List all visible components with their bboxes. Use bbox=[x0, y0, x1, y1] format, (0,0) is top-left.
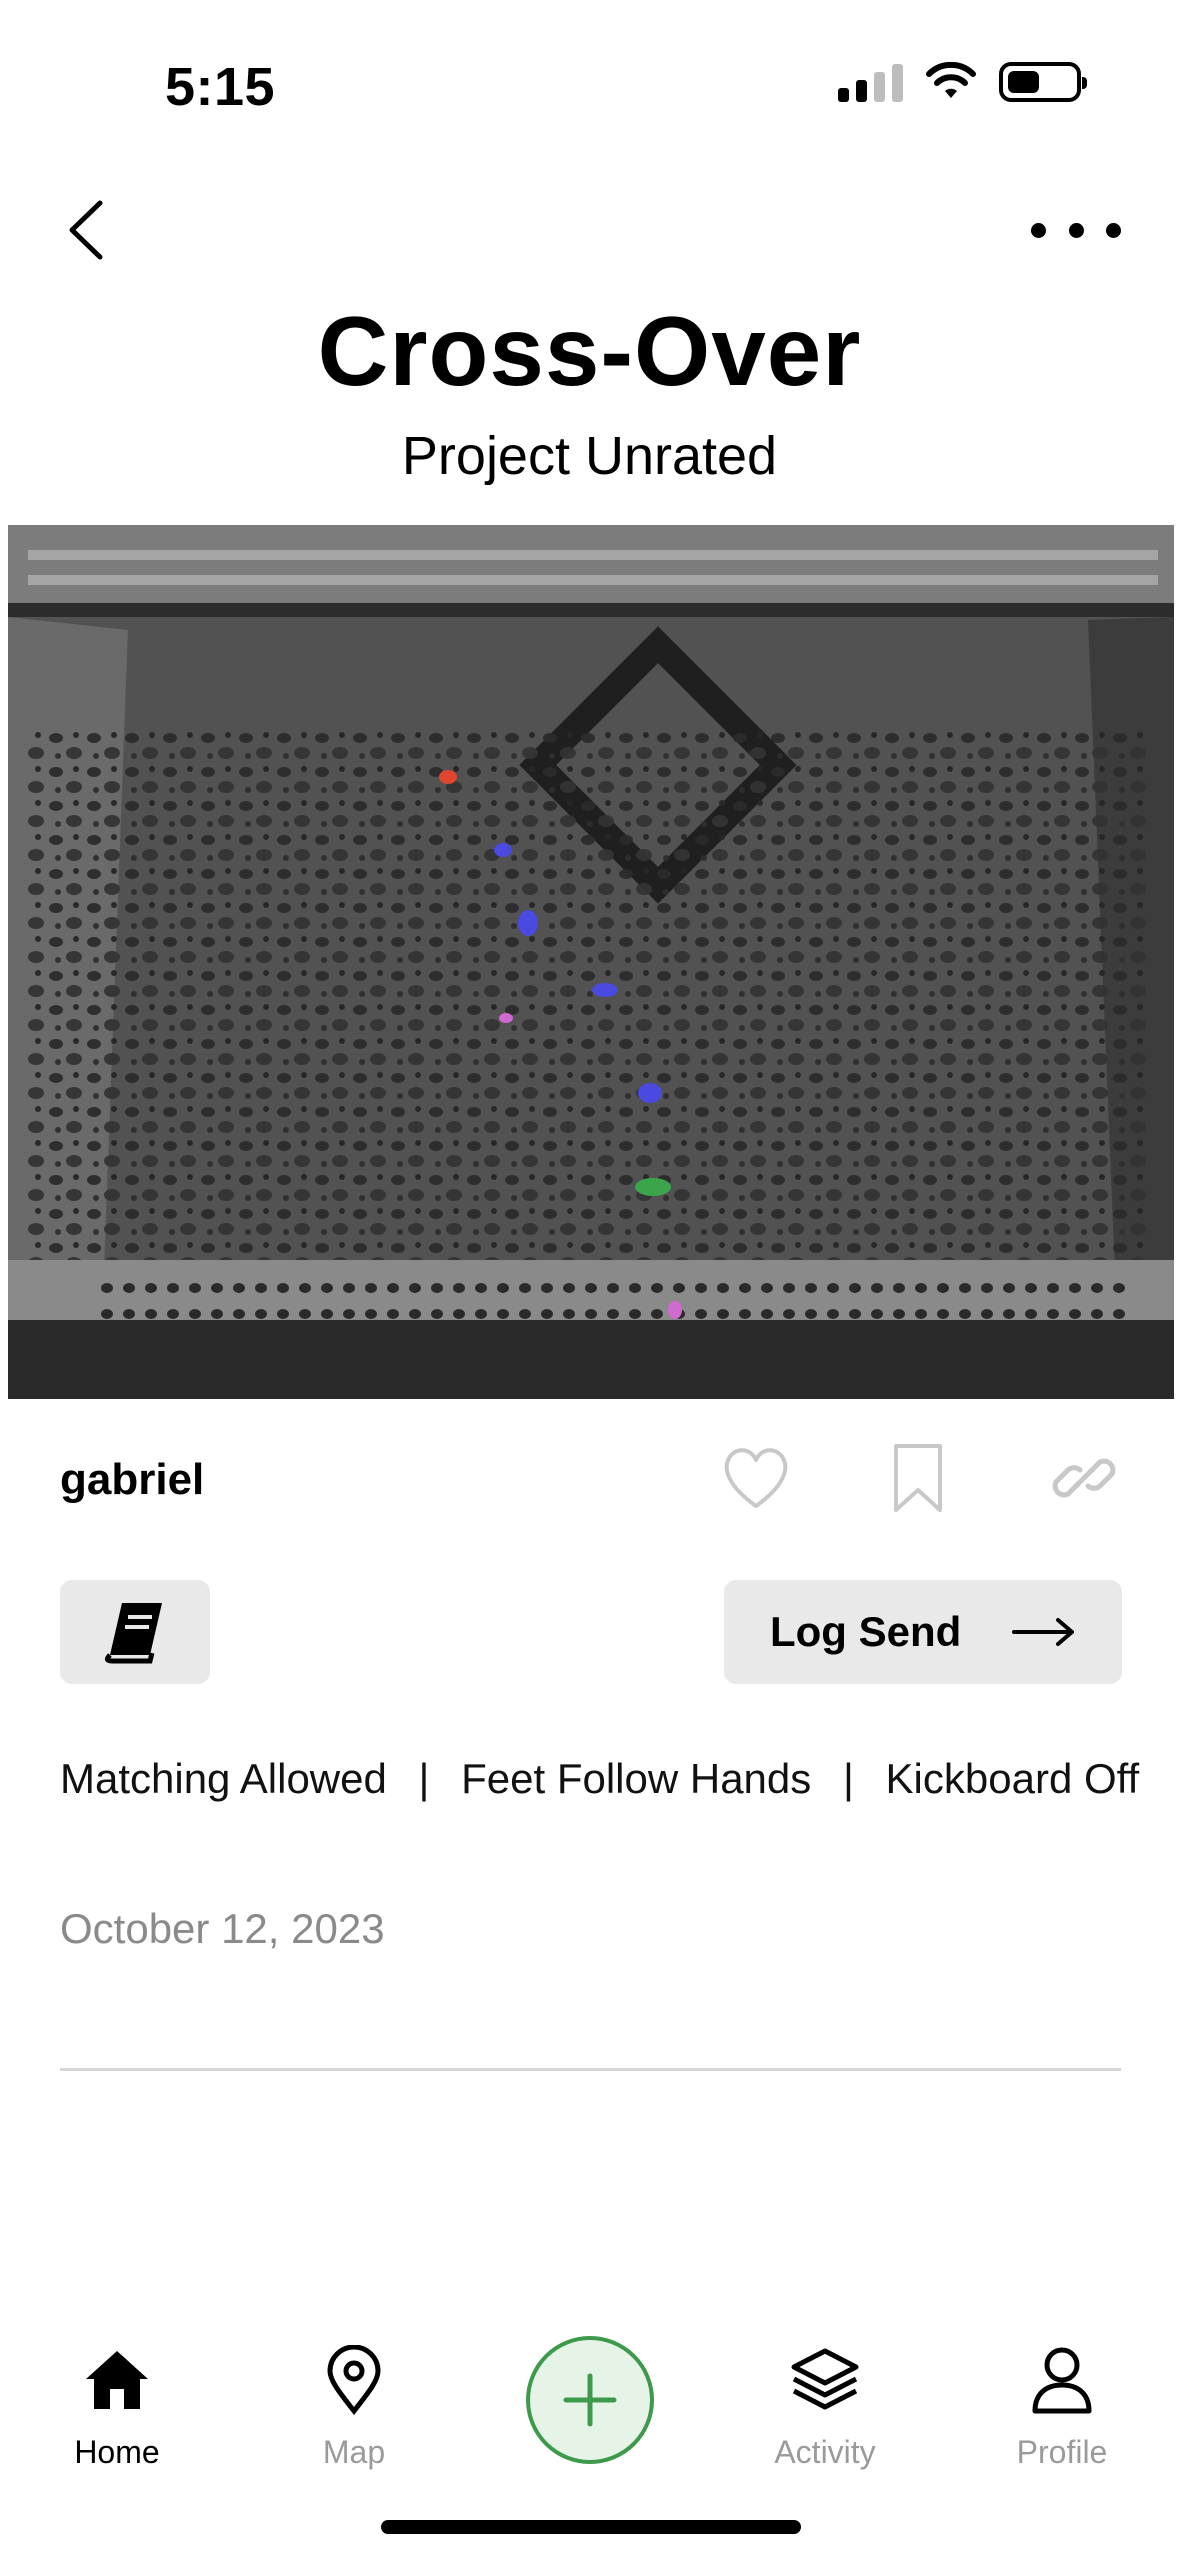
rule-separator: | bbox=[842, 1755, 854, 1802]
wifi-icon bbox=[926, 62, 976, 98]
chevron-left-icon bbox=[69, 200, 103, 260]
status-time: 5:15 bbox=[165, 57, 276, 117]
link-icon bbox=[1052, 1458, 1116, 1498]
bookmark-button[interactable] bbox=[880, 1440, 956, 1516]
like-button[interactable] bbox=[718, 1440, 794, 1516]
home-indicator[interactable] bbox=[381, 2520, 801, 2534]
rule-kickboard: Kickboard Off bbox=[885, 1755, 1140, 1802]
tab-home[interactable]: Home bbox=[37, 2340, 197, 2471]
log-send-label: Log Send bbox=[770, 1608, 962, 1655]
cellular-signal-icon bbox=[838, 62, 903, 102]
climb-rules: Matching Allowed | Feet Follow Hands | K… bbox=[60, 1755, 1139, 1803]
author-name[interactable]: gabriel bbox=[60, 1455, 204, 1505]
home-icon bbox=[86, 2351, 148, 2409]
log-send-button[interactable]: Log Send bbox=[724, 1580, 1122, 1684]
climb-detail-screen: 5:15 Cross-Over Project Unrated gabriel … bbox=[0, 0, 1179, 2556]
layers-icon bbox=[791, 2348, 859, 2410]
status-icons bbox=[838, 62, 1087, 102]
rule-feet: Feet Follow Hands bbox=[461, 1755, 812, 1802]
tab-activity[interactable]: Activity bbox=[745, 2340, 905, 2471]
rule-matching: Matching Allowed bbox=[60, 1755, 387, 1802]
tab-activity-label: Activity bbox=[774, 2434, 876, 2470]
heart-icon bbox=[724, 1448, 788, 1508]
page-title: Cross-Over bbox=[317, 296, 862, 406]
tab-home-label: Home bbox=[74, 2434, 160, 2470]
climb-grade: Project Unrated bbox=[401, 426, 778, 486]
tab-profile[interactable]: Profile bbox=[982, 2340, 1142, 2471]
share-link-button[interactable] bbox=[1046, 1440, 1122, 1516]
post-date: October 12, 2023 bbox=[60, 1905, 385, 1952]
more-options-button[interactable] bbox=[1031, 200, 1121, 260]
bookmark-icon bbox=[894, 1444, 942, 1512]
book-icon bbox=[104, 1603, 162, 1664]
person-icon bbox=[1032, 2347, 1092, 2414]
tab-profile-label: Profile bbox=[1016, 2434, 1108, 2470]
map-pin-icon bbox=[327, 2345, 381, 2415]
battery-icon bbox=[999, 62, 1087, 102]
tab-map-label: Map bbox=[322, 2434, 386, 2470]
divider bbox=[60, 2068, 1121, 2071]
rule-separator: | bbox=[418, 1755, 430, 1802]
climbing-wall-image[interactable] bbox=[8, 525, 1174, 1399]
arrow-right-icon bbox=[1012, 1618, 1074, 1646]
back-button[interactable] bbox=[58, 195, 118, 265]
tab-map[interactable]: Map bbox=[274, 2340, 434, 2471]
add-climb-button[interactable] bbox=[526, 2336, 654, 2464]
plus-icon bbox=[563, 2373, 617, 2427]
beta-book-button[interactable] bbox=[60, 1580, 210, 1684]
